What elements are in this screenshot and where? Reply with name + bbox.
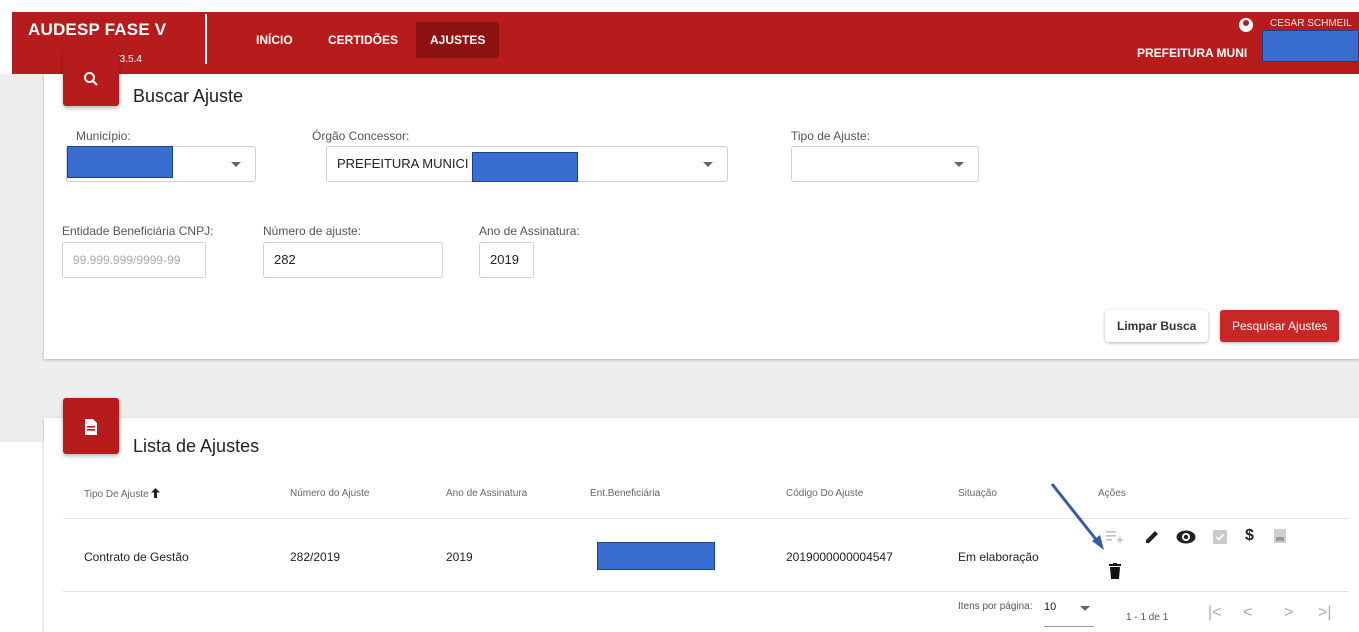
col-codigo-ajuste[interactable]: Código Do Ajuste — [786, 488, 863, 499]
chevron-down-icon — [1080, 606, 1090, 611]
cnpj-placeholder: 99.999.999/9999-99 — [73, 253, 181, 267]
tipo-ajuste-select[interactable] — [791, 146, 979, 182]
first-page-icon[interactable]: |< — [1208, 604, 1222, 622]
cell-codigo: 2019000000004547 — [786, 550, 893, 564]
ano-assinatura-value: 2019 — [490, 252, 519, 267]
search-card-title: Buscar Ajuste — [133, 86, 244, 106]
cell-ano: 2019 — [446, 550, 473, 564]
view-icon[interactable] — [1176, 530, 1196, 544]
chevron-down-icon — [954, 162, 964, 167]
search-icon — [84, 72, 98, 86]
nav-certidoes[interactable]: CERTIDÕES — [314, 22, 412, 58]
cell-tipo: Contrato de Gestão — [84, 550, 189, 564]
redacted-user-org — [1262, 30, 1359, 62]
search-button[interactable]: Pesquisar Ajustes — [1220, 310, 1340, 342]
list-card-title: Lista de Ajustes — [133, 436, 260, 456]
redacted-beneficiaria — [597, 542, 715, 570]
ano-assinatura-label: Ano de Assinatura: — [479, 224, 580, 238]
col-tipo-ajuste[interactable]: Tipo De Ajuste — [84, 488, 161, 500]
user-name: CESAR SCHMEIL — [1270, 18, 1352, 29]
app-brand: AUDESP FASE V — [28, 20, 167, 39]
user-account-icon[interactable] — [1239, 18, 1253, 32]
cell-numero: 282/2019 — [290, 550, 341, 564]
nav-inicio[interactable]: INÍCIO — [242, 22, 307, 58]
col-tipo-ajuste-label: Tipo De Ajuste — [84, 489, 149, 500]
annotation-arrow-icon — [1050, 483, 1104, 550]
last-page-icon[interactable]: >| — [1318, 604, 1332, 622]
col-situacao[interactable]: Situação — [958, 488, 997, 499]
header-divider — [205, 14, 207, 64]
arrow-up-icon — [151, 488, 161, 498]
col-ano-assinatura[interactable]: Ano de Assinatura — [446, 488, 527, 499]
col-ent-beneficiaria[interactable]: Ent.Beneficiária — [590, 488, 660, 499]
items-per-page-label: Itens por página: — [958, 601, 1033, 612]
orgao-label: Órgão Concessor: — [312, 129, 410, 143]
user-organization: PREFEITURA MUNI — [1137, 46, 1248, 60]
next-page-icon[interactable]: > — [1284, 604, 1293, 622]
clipboard-check-icon[interactable] — [1213, 528, 1227, 544]
cnpj-label: Entidade Beneficiária CNPJ: — [62, 224, 214, 238]
ano-assinatura-input[interactable]: 2019 — [479, 242, 534, 278]
dollar-icon[interactable]: $ — [1245, 527, 1254, 545]
page-size-select[interactable]: 10 — [1044, 597, 1094, 627]
col-numero-ajuste[interactable]: Número do Ajuste — [290, 488, 370, 499]
chevron-down-icon — [703, 162, 713, 167]
page-size-value: 10 — [1044, 601, 1057, 613]
redacted-municipio — [67, 146, 173, 178]
orgao-value: PREFEITURA MUNICI — [337, 156, 469, 171]
cell-situacao: Em elaboração — [958, 550, 1039, 564]
chevron-down-icon — [231, 162, 241, 167]
document-stamp-icon[interactable] — [1274, 529, 1286, 543]
nav-ajustes[interactable]: AJUSTES — [416, 22, 500, 58]
redacted-orgao — [472, 152, 578, 182]
municipio-label: Município: — [76, 129, 131, 143]
previous-page-icon[interactable]: < — [1243, 604, 1252, 622]
numero-ajuste-value: 282 — [274, 252, 296, 267]
search-card-icon-box — [63, 50, 119, 106]
top-bar: AUDESP FASE V V3.5.4 INÍCIO CERTIDÕES AJ… — [12, 12, 1359, 74]
tipo-ajuste-label: Tipo de Ajuste: — [791, 129, 870, 143]
clear-search-button[interactable]: Limpar Busca — [1105, 310, 1209, 342]
document-icon — [85, 419, 97, 436]
pagination-range: 1 - 1 de 1 — [1126, 612, 1169, 623]
numero-ajuste-label: Número de ajuste: — [263, 224, 362, 238]
list-card-icon-box — [63, 398, 119, 454]
cnpj-input[interactable]: 99.999.999/9999-99 — [62, 242, 206, 278]
row-divider-line — [63, 591, 1349, 592]
header-divider-line — [63, 518, 1349, 519]
edit-icon[interactable] — [1144, 529, 1160, 545]
numero-ajuste-input[interactable]: 282 — [263, 242, 443, 278]
delete-icon[interactable] — [1108, 563, 1122, 579]
